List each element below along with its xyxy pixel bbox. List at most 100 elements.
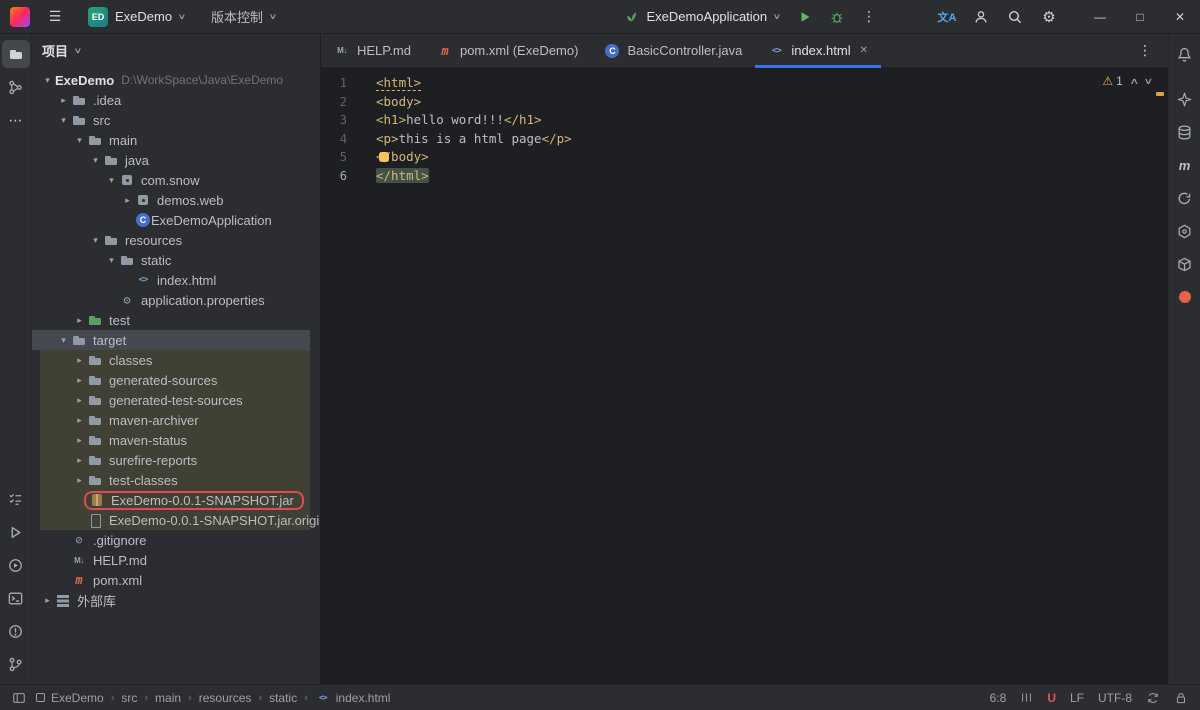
- tree-chevron-icon[interactable]: ▸: [72, 355, 87, 366]
- tree-item-help-md[interactable]: M↓HELP.md: [32, 550, 310, 570]
- inspections-widget[interactable]: ⚠ 1 ∧ ∨: [1102, 74, 1152, 88]
- line-number[interactable]: 2: [321, 93, 361, 112]
- line-separator[interactable]: LF: [1070, 691, 1084, 705]
- tree-chevron-icon[interactable]: ▸: [40, 595, 55, 606]
- tree-chevron-icon[interactable]: ▸: [72, 395, 87, 406]
- tab-index-html[interactable]: <>index.html✕: [755, 34, 881, 67]
- project-tool-button[interactable]: [2, 40, 30, 68]
- line-number[interactable]: 5: [321, 148, 361, 167]
- tree-chevron-icon[interactable]: ▸: [72, 415, 87, 426]
- tree-chevron-icon[interactable]: ▾: [104, 255, 119, 266]
- tree-chevron-icon[interactable]: ▸: [72, 375, 87, 386]
- tree-chevron-icon[interactable]: ▾: [40, 75, 55, 86]
- tree-chevron-icon[interactable]: ▸: [72, 475, 87, 486]
- user-button[interactable]: [966, 2, 996, 32]
- minimize-button[interactable]: —: [1080, 0, 1120, 34]
- sync-icon[interactable]: [1146, 691, 1160, 705]
- tree-chevron-icon[interactable]: ▾: [56, 335, 71, 346]
- tree-item-pom-xml[interactable]: mpom.xml: [32, 570, 310, 590]
- build-tool-button[interactable]: [1171, 250, 1199, 278]
- tree-item-idea[interactable]: ▸.idea: [32, 90, 310, 110]
- indent-columns-icon[interactable]: [1020, 691, 1033, 704]
- tree-item-generated-sources[interactable]: ▸generated-sources: [32, 370, 310, 390]
- bookmark-icon[interactable]: [379, 152, 389, 162]
- tree-chevron-icon[interactable]: ▾: [56, 115, 71, 126]
- tree-item-gitignore[interactable]: ⊘.gitignore: [32, 530, 310, 550]
- tree-item-exedemo[interactable]: ▾ExeDemoD:\WorkSpace\Java\ExeDemo: [32, 70, 310, 90]
- line-number[interactable]: 3: [321, 111, 361, 130]
- tree-item-target[interactable]: ▾target: [32, 330, 310, 350]
- debug-button[interactable]: [822, 2, 852, 32]
- database-tool-button[interactable]: [1171, 118, 1199, 146]
- ai-assistant-tool-button[interactable]: [1171, 85, 1199, 113]
- tree-item-exedemo-0-0-1-snapshot-jar[interactable]: ExeDemo-0.0.1-SNAPSHOT.jar: [32, 490, 310, 510]
- tree-item-demos-web[interactable]: ▸demos.web: [32, 190, 310, 210]
- lock-icon[interactable]: [1174, 691, 1188, 705]
- tree-item-test-classes[interactable]: ▸test-classes: [32, 470, 310, 490]
- gradle-tool-button[interactable]: [1171, 184, 1199, 212]
- terminal-tool-button[interactable]: [2, 584, 30, 612]
- chevron-down-icon[interactable]: ∨: [74, 46, 83, 55]
- profiler-tool-button[interactable]: [1171, 283, 1199, 311]
- tab-options-button[interactable]: ⋮: [1130, 36, 1160, 66]
- main-menu-button[interactable]: ☰: [40, 2, 70, 32]
- tree-item-exedemo-0-0-1-snapshot-jar-original[interactable]: ExeDemo-0.0.1-SNAPSHOT.jar.original: [32, 510, 310, 530]
- tree-item-resources[interactable]: ▾resources: [32, 230, 310, 250]
- vcs-widget[interactable]: 版本控制 ∨: [203, 2, 284, 32]
- breadcrumb-item[interactable]: src: [121, 691, 137, 705]
- tree-chevron-icon[interactable]: ▸: [120, 195, 135, 206]
- settings-button[interactable]: ⚙: [1034, 2, 1064, 32]
- tree-item-maven-status[interactable]: ▸maven-status: [32, 430, 310, 450]
- tab-pom-xml-exedemo[interactable]: mpom.xml (ExeDemo): [424, 34, 591, 67]
- tree-item-application-properties[interactable]: ⚙application.properties: [32, 290, 310, 310]
- caret-position[interactable]: 6:8: [990, 691, 1007, 705]
- tree-item-exedemoapplication[interactable]: CExeDemoApplication: [32, 210, 310, 230]
- line-number[interactable]: 1: [321, 74, 361, 93]
- tree-item-static[interactable]: ▾static: [32, 250, 310, 270]
- breadcrumb-item[interactable]: main: [155, 691, 181, 705]
- notifications-tool-button[interactable]: [1171, 40, 1199, 68]
- tree-chevron-icon[interactable]: ▾: [88, 155, 103, 166]
- breadcrumb-item[interactable]: resources: [199, 691, 252, 705]
- services-tool-button[interactable]: [2, 551, 30, 579]
- tree-chevron-icon[interactable]: ▾: [72, 135, 87, 146]
- tree-chevron-icon[interactable]: ▸: [72, 315, 87, 326]
- translate-button[interactable]: 文A: [932, 2, 962, 32]
- more-tools-tool-button[interactable]: ⋯: [2, 106, 30, 134]
- tree-item-java[interactable]: ▾java: [32, 150, 310, 170]
- code-editor[interactable]: 1<html>2<body>3<h1>hello word!!!</h1>4<p…: [321, 68, 1168, 684]
- tab-basiccontroller-java[interactable]: CBasicController.java: [591, 34, 755, 67]
- file-encoding[interactable]: UTF-8: [1098, 691, 1132, 705]
- tree-chevron-icon[interactable]: ▸: [56, 95, 71, 106]
- line-number[interactable]: 4: [321, 130, 361, 149]
- maximize-button[interactable]: □: [1120, 0, 1160, 34]
- breadcrumb-item[interactable]: static: [269, 691, 297, 705]
- run-config-selector[interactable]: ExeDemoApplication ∨: [616, 2, 788, 32]
- tree-chevron-icon[interactable]: ▾: [104, 175, 119, 186]
- tree-item-src[interactable]: ▾src: [32, 110, 310, 130]
- more-actions-button[interactable]: ⋮: [854, 2, 884, 32]
- tree-item-external-libraries[interactable]: ▸外部库: [32, 590, 310, 610]
- todo-tool-button[interactable]: [2, 485, 30, 513]
- search-button[interactable]: [1000, 2, 1030, 32]
- tree-item-maven-archiver[interactable]: ▸maven-archiver: [32, 410, 310, 430]
- tree-item-main[interactable]: ▾main: [32, 130, 310, 150]
- run-button[interactable]: [790, 2, 820, 32]
- tree-item-surefire-reports[interactable]: ▸surefire-reports: [32, 450, 310, 470]
- maven-tool-button[interactable]: m: [1171, 151, 1199, 179]
- tree-chevron-icon[interactable]: ▸: [72, 435, 87, 446]
- layout-icon[interactable]: [12, 691, 26, 705]
- structure-tool-button[interactable]: [2, 73, 30, 101]
- file-status-badge[interactable]: U: [1047, 691, 1056, 705]
- version-control-tool-button[interactable]: [2, 650, 30, 678]
- breadcrumb-item[interactable]: ExeDemo: [35, 691, 104, 705]
- tree-item-index-html[interactable]: <>index.html: [32, 270, 310, 290]
- tree-chevron-icon[interactable]: ▾: [88, 235, 103, 246]
- next-warning-icon[interactable]: ∨: [1144, 76, 1154, 87]
- prev-warning-icon[interactable]: ∧: [1129, 76, 1139, 87]
- tree-item-test[interactable]: ▸test: [32, 310, 310, 330]
- tree-chevron-icon[interactable]: ▸: [72, 455, 87, 466]
- problems-tool-button[interactable]: [2, 617, 30, 645]
- breadcrumb-item[interactable]: <>index.html: [315, 690, 391, 706]
- error-stripe-mark[interactable]: [1156, 92, 1164, 96]
